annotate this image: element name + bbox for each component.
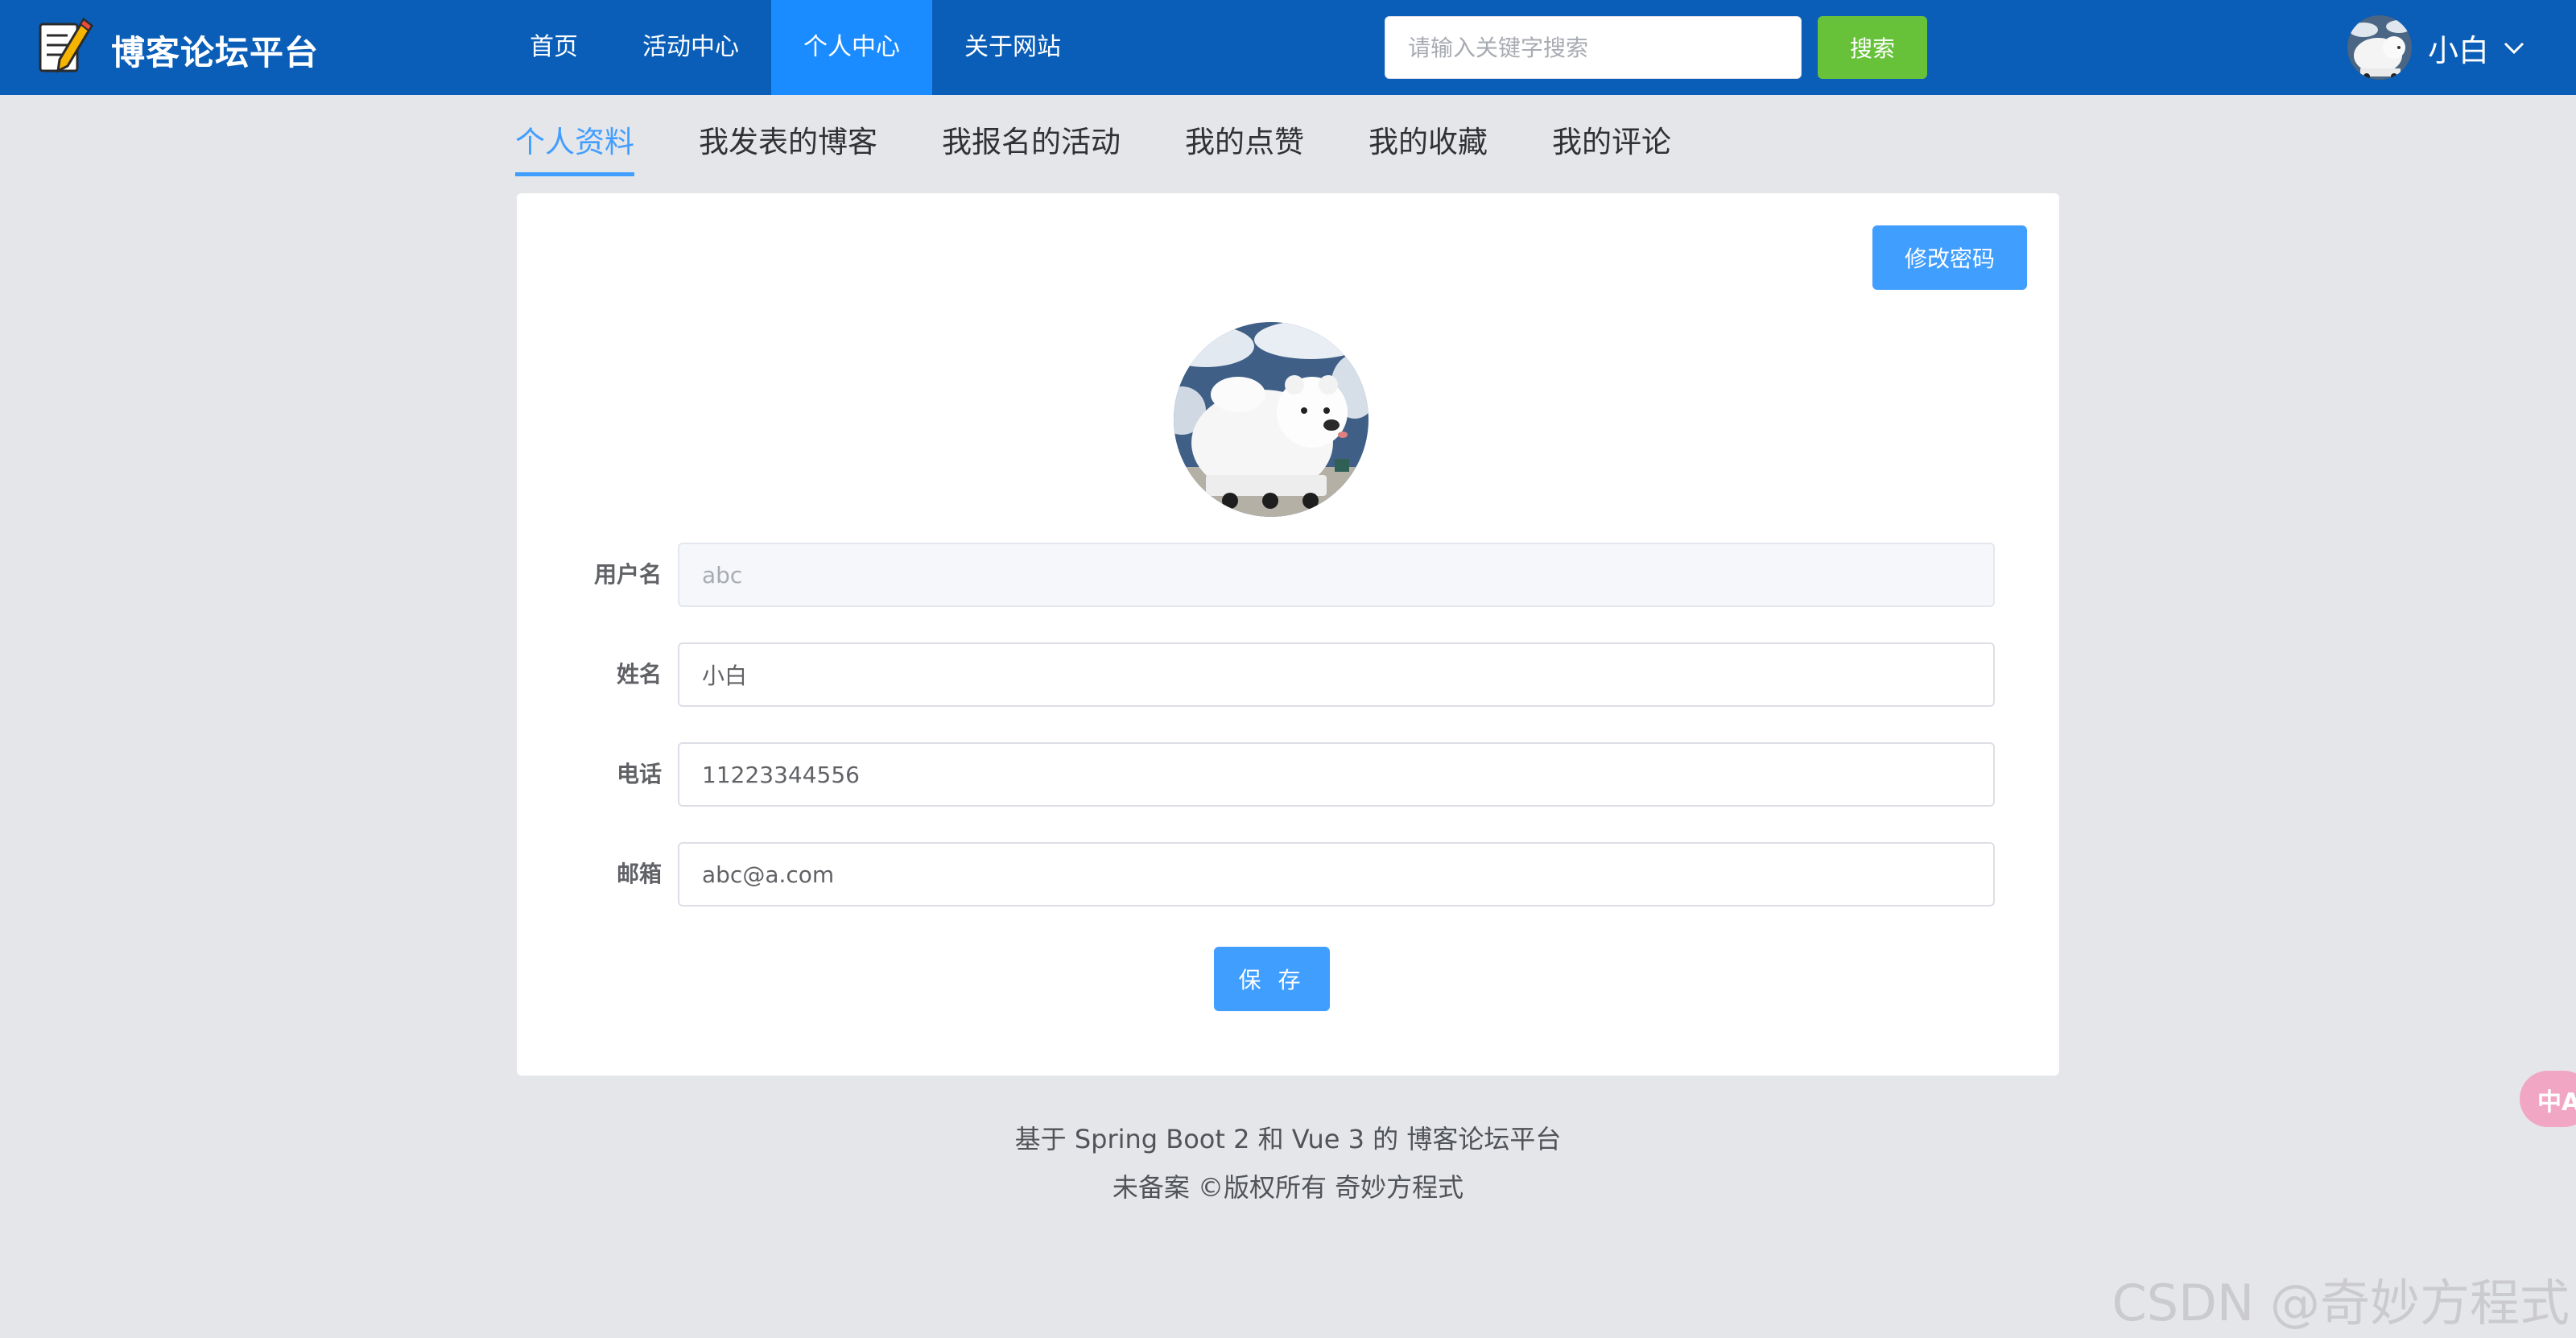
footer-description: 基于 Spring Boot 2 和 Vue 3 的 博客论坛平台: [1014, 1124, 1562, 1154]
tab-my-blogs[interactable]: 我发表的博客: [699, 118, 877, 176]
email-field[interactable]: [678, 842, 1995, 906]
nav-home[interactable]: 首页: [497, 0, 610, 95]
nav-about[interactable]: 关于网站: [932, 0, 1093, 95]
tab-profile[interactable]: 个人资料: [515, 118, 634, 176]
tab-my-likes[interactable]: 我的点赞: [1185, 118, 1304, 176]
watermark: CSDN @奇妙方程式: [2112, 1274, 2570, 1332]
username-field: [678, 543, 1995, 607]
search-input[interactable]: [1385, 16, 1802, 79]
profile-avatar-upload[interactable]: [1174, 322, 1368, 517]
phone-field[interactable]: [678, 742, 1995, 807]
logo-icon: [39, 17, 93, 73]
top-header: 博客论坛平台 首页 活动中心 个人中心 关于网站 搜索 小白: [0, 0, 2576, 95]
chevron-down-icon[interactable]: [2500, 34, 2528, 61]
site-brand[interactable]: 博客论坛平台: [111, 26, 319, 75]
profile-card: 修改密码 用户名 姓名: [517, 193, 2059, 1076]
main-nav: 首页 活动中心 个人中心 关于网站: [497, 0, 1093, 95]
name-field[interactable]: [678, 642, 1995, 707]
email-label: 邮箱: [616, 861, 662, 887]
form-row-email: 邮箱: [517, 842, 2059, 906]
footer-copyright: 未备案 ©版权所有 奇妙方程式: [1112, 1172, 1464, 1203]
search-button[interactable]: 搜索: [1818, 16, 1927, 79]
tab-my-comments[interactable]: 我的评论: [1552, 118, 1671, 176]
profile-avatar-image: [1174, 322, 1368, 517]
avatar[interactable]: [2347, 15, 2412, 80]
form-row-phone: 电话: [517, 742, 2059, 807]
form-row-name: 姓名: [517, 642, 2059, 707]
nav-personal-center[interactable]: 个人中心: [771, 0, 932, 95]
translate-icon: 中A: [2537, 1088, 2576, 1117]
form-row-username: 用户名: [517, 543, 2059, 607]
user-menu[interactable]: 小白: [2347, 14, 2528, 81]
save-button[interactable]: 保 存: [1214, 947, 1330, 1011]
name-label: 姓名: [616, 661, 662, 688]
user-name[interactable]: 小白: [2428, 26, 2489, 70]
translate-button[interactable]: 中A: [2520, 1071, 2576, 1127]
username-label: 用户名: [593, 561, 662, 588]
phone-label: 电话: [616, 761, 662, 787]
profile-tabs: 个人资料 我发表的博客 我报名的活动 我的点赞 我的收藏 我的评论: [515, 118, 1736, 176]
tab-my-favorites[interactable]: 我的收藏: [1368, 118, 1488, 176]
avatar-image: [2347, 15, 2412, 80]
change-password-button[interactable]: 修改密码: [1872, 225, 2027, 290]
nav-activity-center[interactable]: 活动中心: [610, 0, 771, 95]
tab-my-activities[interactable]: 我报名的活动: [942, 118, 1121, 176]
